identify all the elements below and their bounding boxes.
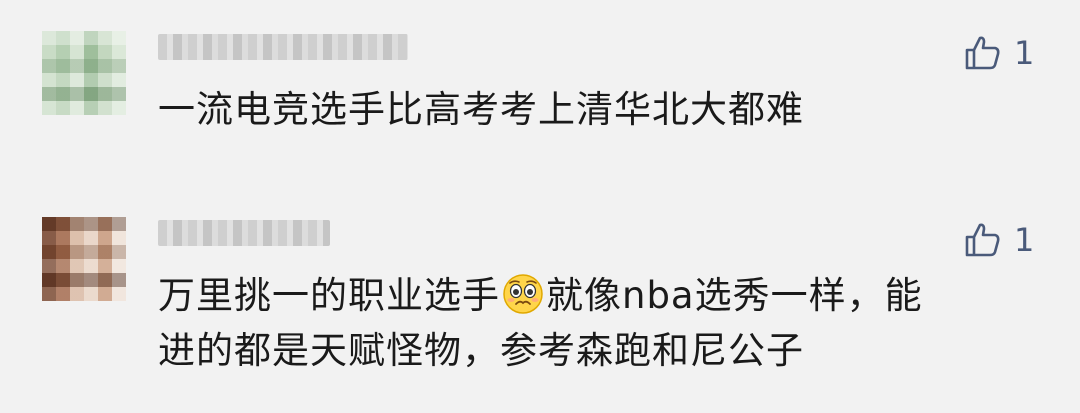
comment-text-segment: 就像nba选秀一样，能 [546, 274, 923, 317]
comment-text-line: 进的都是天赋怪物，参考森跑和尼公子 [158, 329, 804, 372]
avatar[interactable] [42, 31, 126, 115]
like-count: 1 [1014, 34, 1035, 72]
comment-text-segment: 万里挑一的职业选手 [158, 274, 500, 317]
like-button[interactable]: 1 [962, 220, 1034, 260]
thumbs-up-icon [965, 223, 1000, 257]
username-blurred[interactable] [158, 220, 330, 246]
pleading-face-emoji-icon [503, 274, 543, 314]
like-count: 1 [1014, 221, 1035, 259]
avatar[interactable] [42, 217, 126, 301]
username-blurred[interactable] [158, 34, 408, 60]
comment-text: 一流电竞选手比高考考上清华北大都难 [158, 82, 804, 137]
thumbs-up-icon [965, 36, 1000, 70]
comment-text: 万里挑一的职业选手 就像nba选秀一样，能 进的都是天赋怪物，参考森跑和尼公子 [158, 268, 923, 378]
comment-item: 1 一流电竞选手比高考考上清华北大都难 [0, 0, 1080, 190]
comment-item: 1 万里挑一的职业选手 就像nba选秀一样，能 进的都是天赋怪物，参考森跑和尼公… [0, 190, 1080, 413]
comment-text-line: 一流电竞选手比高考考上清华北大都难 [158, 88, 804, 131]
like-button[interactable]: 1 [962, 33, 1034, 73]
comment-text-line: 万里挑一的职业选手 就像nba选秀一样，能 [158, 268, 923, 323]
